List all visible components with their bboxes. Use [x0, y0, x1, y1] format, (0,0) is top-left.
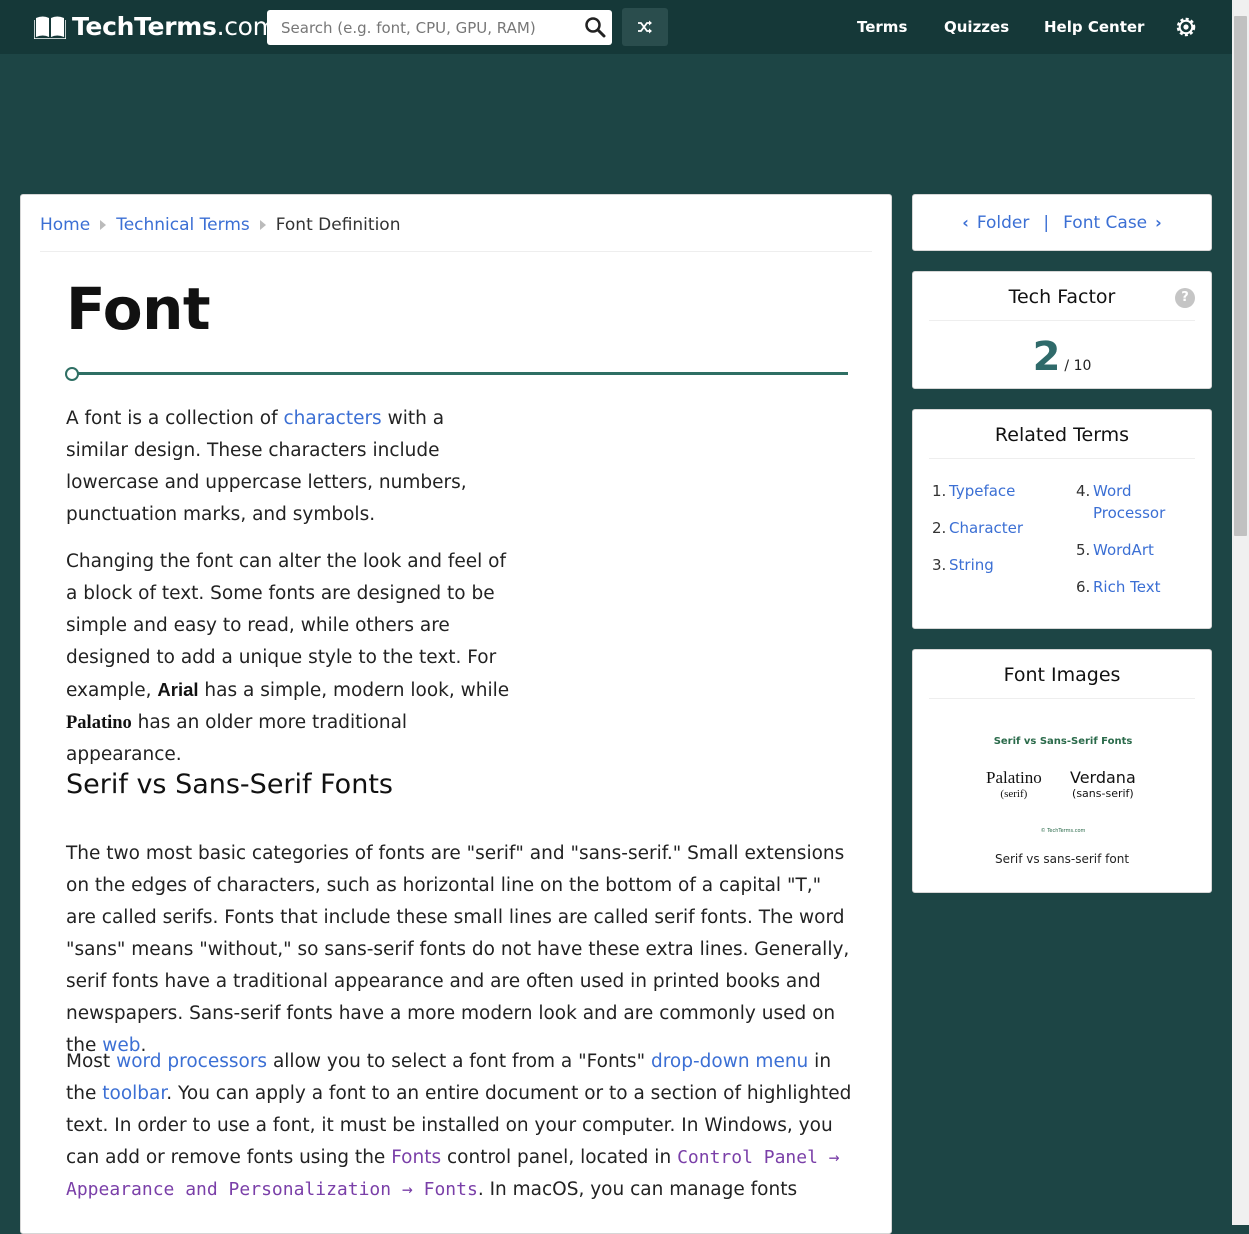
logo-text: TechTerms.com	[72, 12, 277, 41]
help-question-icon[interactable]: ?	[1175, 288, 1195, 308]
image-title: Serif vs Sans-Serif Fonts	[993, 736, 1133, 747]
search-input[interactable]	[267, 11, 567, 44]
usage-paragraph: Most word processors allow you to select…	[66, 1051, 852, 1200]
arial-sample: Arial	[157, 679, 199, 700]
palatino-sample: Palatino	[66, 713, 132, 733]
related-terms-card: Related Terms 1. Typeface 2. Character 3. S…	[912, 409, 1212, 629]
breadcrumb-separator-icon	[259, 220, 266, 230]
breadcrumb-technical-terms[interactable]: Technical Terms	[116, 215, 250, 235]
breadcrumb: Home Technical Terms Font Definition	[40, 215, 400, 235]
breadcrumb-separator-icon	[100, 220, 107, 230]
breadcrumb-current: Font Definition	[275, 215, 401, 235]
serif-paragraph: The two most basic categories of fonts a…	[66, 843, 850, 1056]
link-toolbar[interactable]: toolbar	[102, 1083, 166, 1104]
related-term-link[interactable]: Word Processor	[1093, 480, 1196, 524]
link-word-processors[interactable]: word processors	[116, 1051, 267, 1072]
sans-serif-sample: Verdana (sans-serif)	[1070, 768, 1136, 800]
nav-quizzes[interactable]: Quizzes	[944, 18, 1009, 36]
list-item: 3. String	[932, 554, 994, 576]
list-item: 4. Word Processor	[1076, 480, 1196, 524]
score-denominator: / 10	[1064, 358, 1092, 374]
underline-dot	[65, 367, 79, 381]
top-header: TechTerms.com Terms Quizzes Help Center	[0, 0, 1232, 54]
title-underline	[65, 367, 848, 381]
search-box	[267, 10, 612, 45]
related-term-link[interactable]: Typeface	[949, 480, 1015, 502]
nav-help-center[interactable]: Help Center	[1044, 18, 1144, 36]
related-term-link[interactable]: Rich Text	[1093, 576, 1160, 598]
separator: |	[1043, 212, 1050, 233]
page-scrollbar[interactable]	[1232, 0, 1249, 1225]
font-images-title: Font Images	[929, 664, 1195, 699]
next-term-link[interactable]: Font Case	[1063, 213, 1147, 233]
related-term-link[interactable]: WordArt	[1093, 539, 1154, 561]
site-logo[interactable]: TechTerms.com	[34, 12, 277, 41]
article-card: Home Technical Terms Font Definition Fon…	[20, 194, 892, 1234]
definition-paragraph-2: Changing the font can alter the look and…	[66, 551, 510, 765]
shuffle-icon	[638, 20, 652, 34]
chevron-left-icon[interactable]: ‹	[962, 213, 969, 232]
related-term-link[interactable]: String	[949, 554, 994, 576]
link-drop-down-menu[interactable]: drop-down menu	[651, 1051, 808, 1072]
divider	[40, 251, 872, 252]
page-title: Font	[66, 275, 211, 343]
tech-factor-card: Tech Factor ? 2/ 10	[912, 271, 1212, 389]
tech-factor-title: Tech Factor	[929, 286, 1195, 321]
image-copyright: © TechTerms.com	[1040, 828, 1086, 834]
list-item: 2. Character	[932, 517, 1024, 539]
list-item: 6. Rich Text	[1076, 576, 1161, 598]
scrollbar-thumb[interactable]	[1234, 16, 1247, 536]
nav-terms[interactable]: Terms	[857, 18, 907, 36]
chevron-right-icon[interactable]: ›	[1155, 213, 1162, 232]
list-item: 1. Typeface	[932, 480, 1016, 502]
image-caption: Serif vs sans-serif font	[994, 852, 1130, 866]
tech-factor-score: 2/ 10	[913, 334, 1211, 380]
definition-paragraph-1: A font is a collection of characters wit…	[66, 408, 467, 525]
related-terms-title: Related Terms	[929, 424, 1195, 459]
search-icon[interactable]	[584, 16, 606, 38]
prev-term-link[interactable]: Folder	[977, 213, 1030, 233]
serif-vs-sans-image[interactable]: Serif vs Sans-Serif Fonts Palatino (serif…	[953, 730, 1173, 840]
related-term-link[interactable]: Character	[949, 517, 1023, 539]
fonts-control-panel: Fonts	[391, 1147, 442, 1168]
section-heading: Serif vs Sans-Serif Fonts	[66, 769, 393, 800]
related-terms-list-right: 4. Word Processor 5. WordArt 6. Rich Text	[1076, 480, 1196, 613]
serif-sample: Palatino (serif)	[986, 768, 1042, 800]
random-term-button[interactable]	[622, 8, 668, 46]
settings-gear-icon[interactable]	[1175, 16, 1197, 38]
score-value: 2	[1032, 334, 1061, 380]
underline-bar	[75, 372, 848, 375]
related-terms-list-left: 1. Typeface 2. Character 3. String	[932, 480, 1023, 591]
list-item: 5. WordArt	[1076, 539, 1154, 561]
breadcrumb-home[interactable]: Home	[40, 215, 90, 235]
book-icon	[34, 16, 66, 39]
prev-next-nav: ‹ Folder | Font Case ›	[912, 194, 1212, 251]
link-characters[interactable]: characters	[283, 408, 381, 429]
font-images-card: Font Images Serif vs Sans-Serif Fonts Pa…	[912, 649, 1212, 893]
